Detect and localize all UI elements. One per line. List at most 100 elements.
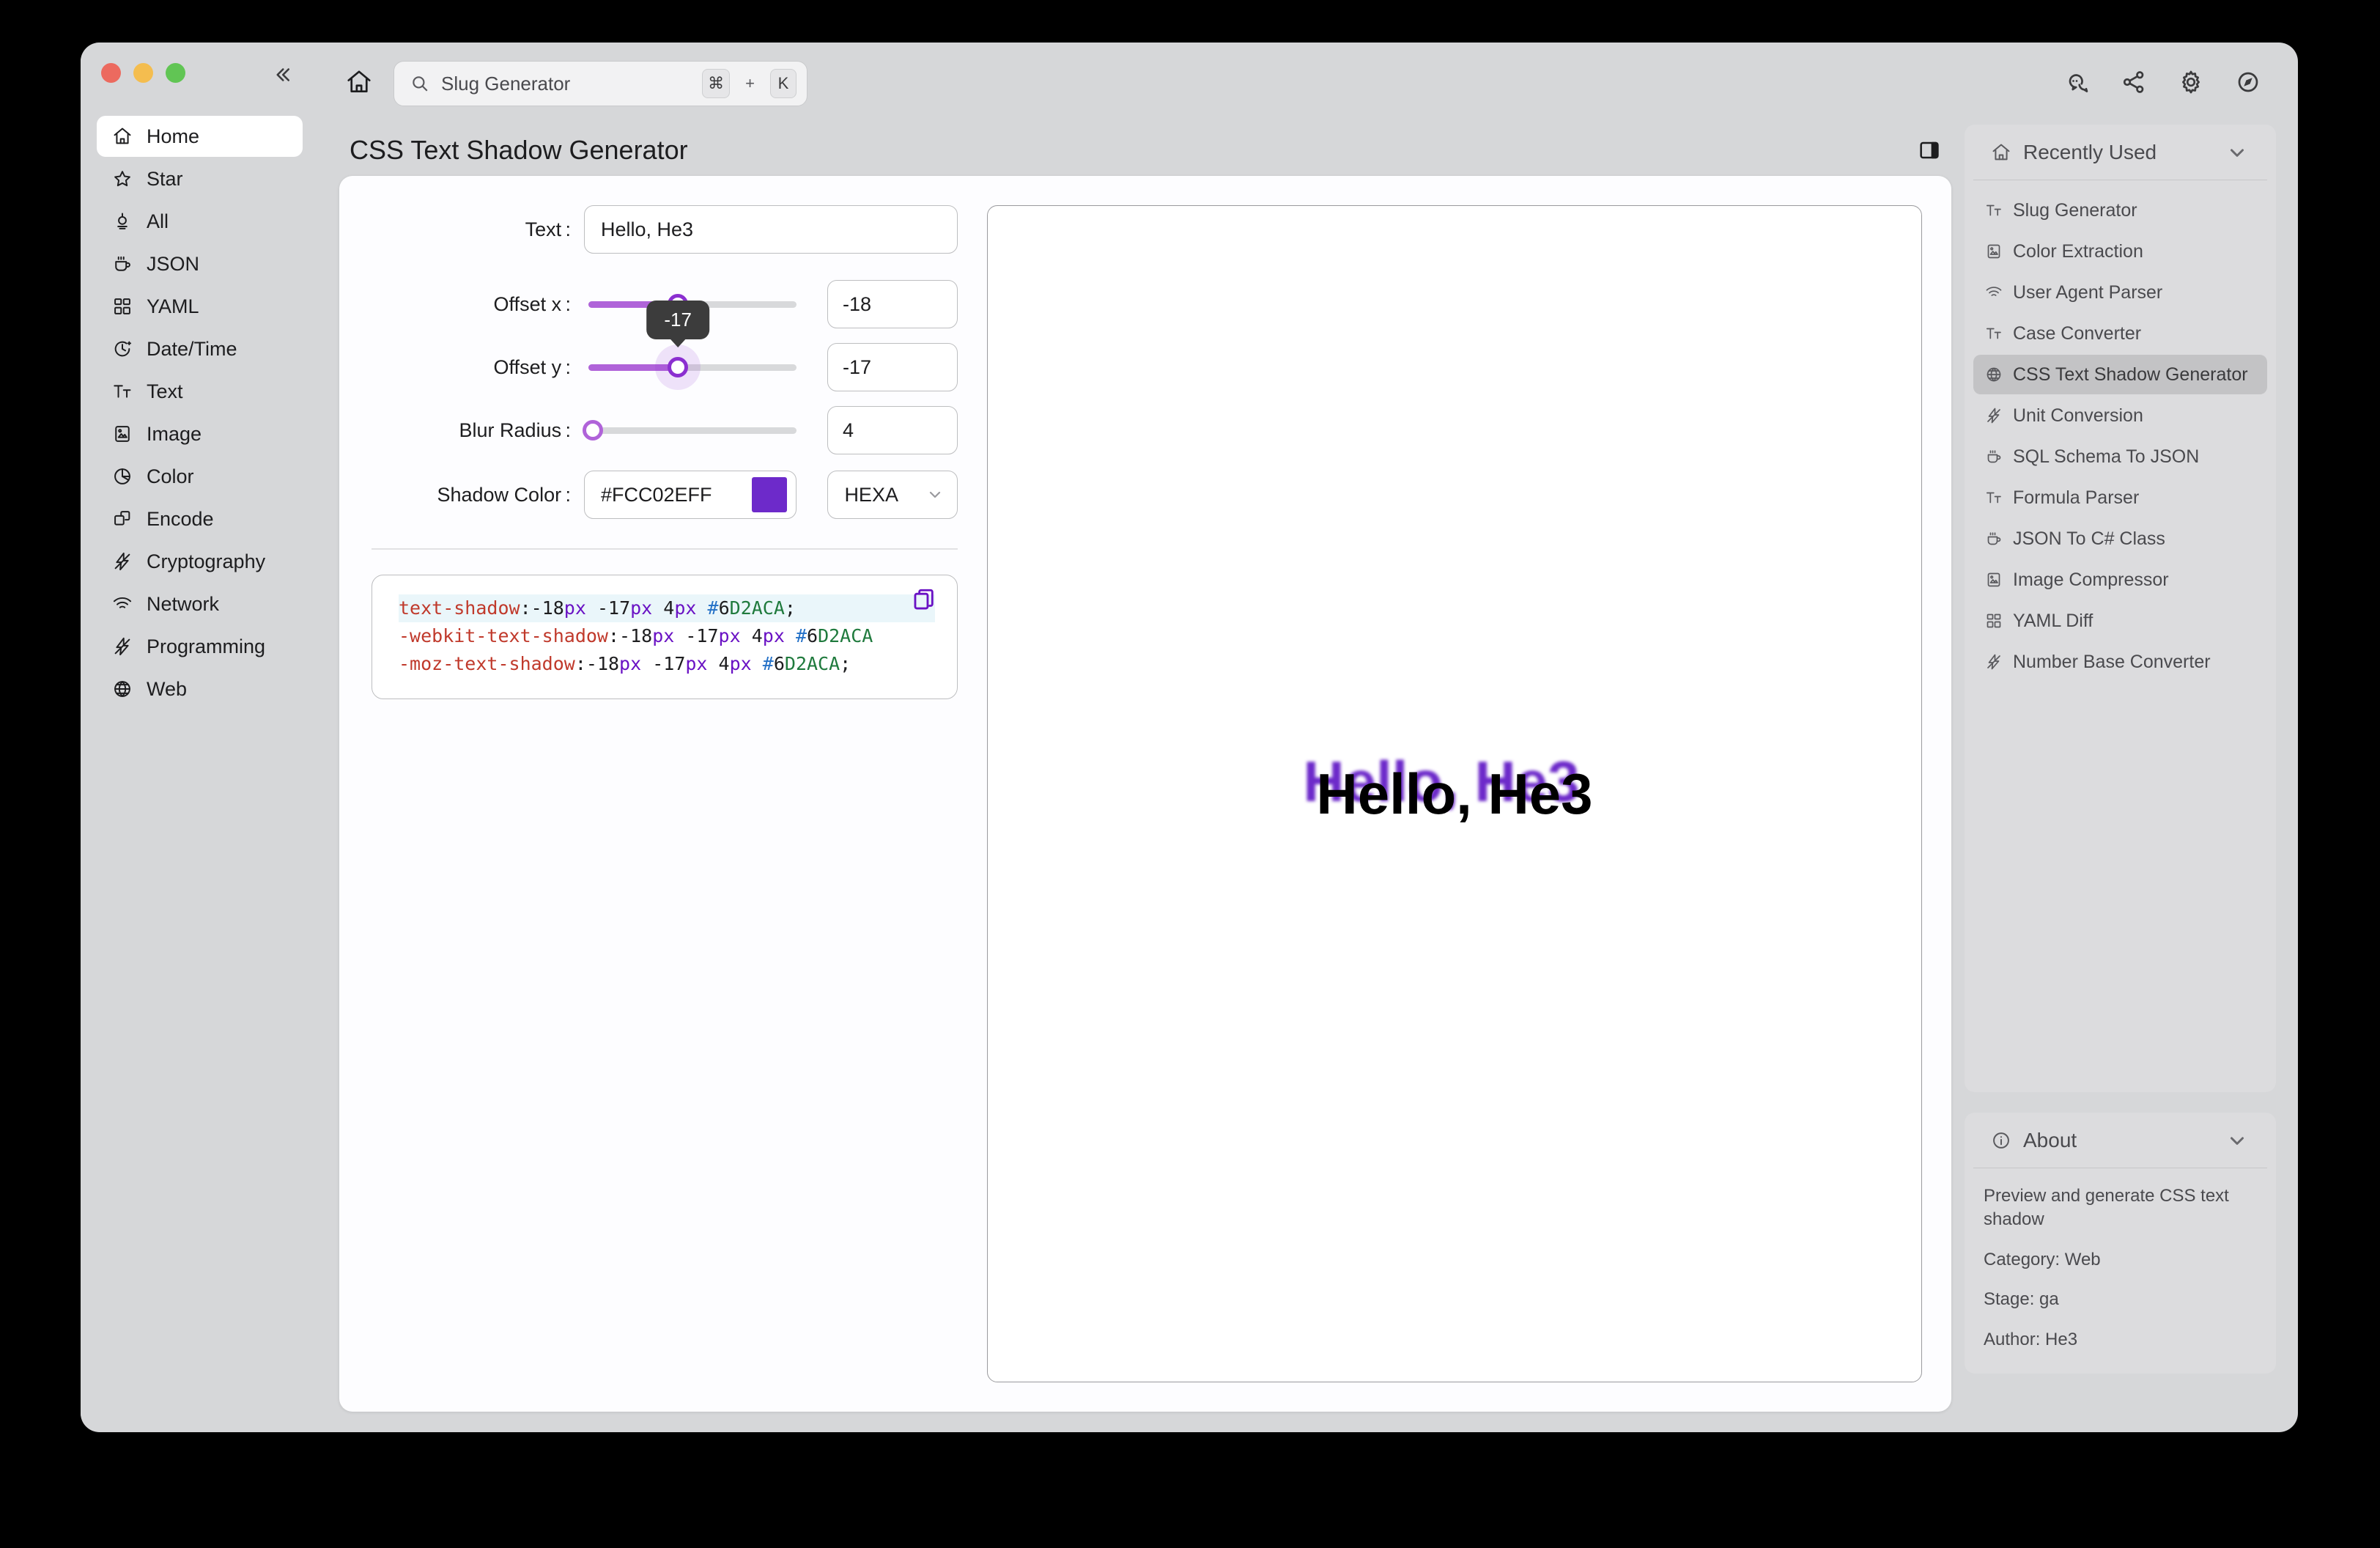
- sidebar-item-label: Text: [147, 380, 183, 402]
- blur-radius-slider[interactable]: [582, 406, 797, 454]
- all-icon: [117, 213, 128, 229]
- sidebar-item-label: Network: [147, 592, 220, 615]
- preview-text: Hello, He3: [1316, 761, 1593, 826]
- recent-item-json-to-c-class[interactable]: JSON To C# Class: [1973, 519, 2267, 559]
- image-icon: [111, 423, 133, 445]
- content-card: Text : Hello, He3 Offset x : -18 Offset …: [339, 176, 1951, 1412]
- sidebar-item-image[interactable]: Image: [97, 413, 303, 454]
- cup-icon: [1987, 450, 2001, 463]
- globe-icon: [1987, 367, 2001, 382]
- sidebar-item-date-time[interactable]: Date/Time: [97, 328, 303, 369]
- offset-y-slider[interactable]: -17: [584, 301, 797, 391]
- grid-icon: [1987, 613, 2001, 628]
- cup-icon: [115, 256, 130, 271]
- code-line: -moz-text-shadow:-18px -17px 4px #6D2ACA…: [399, 652, 851, 674]
- recent-item-image-compressor[interactable]: Image Compressor: [1973, 560, 2267, 600]
- compass-icon[interactable]: [2235, 69, 2261, 99]
- sidebar-item-home[interactable]: Home: [97, 116, 303, 157]
- copy-icon[interactable]: [912, 587, 936, 620]
- sidebar: Home Star All JSON YAML Date/Time Text Image Col…: [81, 43, 319, 1432]
- image-icon: [1987, 572, 2000, 587]
- chevron-down-icon[interactable]: [2226, 141, 2248, 163]
- blur-radius-label: Blur Radius :: [459, 419, 571, 441]
- about-body: Preview and generate CSS text shadow Cat…: [1965, 1168, 2276, 1374]
- preview-area: Hello, He3: [987, 205, 1922, 1382]
- search-input[interactable]: Slug Generator ⌘ + K: [393, 61, 808, 106]
- close-button[interactable]: [101, 62, 121, 83]
- maximize-button[interactable]: [166, 62, 185, 83]
- search-value: Slug Generator: [441, 72, 571, 95]
- recent-item-color-extraction[interactable]: Color Extraction: [1973, 232, 2267, 271]
- share-icon[interactable]: [2121, 69, 2147, 99]
- sidebar-item-text[interactable]: Text: [97, 371, 303, 412]
- divider: [372, 548, 958, 550]
- sidebar-item-yaml[interactable]: YAML: [97, 286, 303, 327]
- recent-item-user-agent-parser[interactable]: User Agent Parser: [1973, 273, 2267, 312]
- sidebar-item-label: Date/Time: [147, 337, 237, 360]
- encode-icon: [111, 508, 133, 530]
- gear-icon[interactable]: [2178, 69, 2204, 99]
- chat-icon[interactable]: [2063, 69, 2090, 99]
- sidebar-item-color[interactable]: Color: [97, 456, 303, 497]
- star-icon: [111, 168, 133, 190]
- sidebar-item-label: Image: [147, 422, 202, 445]
- offset-x-label: Offset x :: [493, 292, 571, 315]
- slider-tooltip: -17: [646, 301, 709, 339]
- color-pie-icon: [114, 468, 130, 484]
- text-icon: [1986, 328, 2001, 339]
- slider-thumb[interactable]: [582, 420, 603, 441]
- recent-item-unit-conversion[interactable]: Unit Conversion: [1973, 396, 2267, 435]
- sidebar-item-cryptography[interactable]: Cryptography: [97, 541, 303, 582]
- recent-item-label: Unit Conversion: [2013, 405, 2143, 426]
- sidebar-item-network[interactable]: Network: [97, 583, 303, 624]
- sidebar-item-label: Color: [147, 465, 194, 487]
- right-panel-toggle-icon[interactable]: [1915, 136, 1944, 165]
- offset-y-value[interactable]: -17: [827, 343, 958, 391]
- recently-used-header[interactable]: Recently Used: [1973, 125, 2267, 180]
- field-blur-radius: Blur Radius : 4: [372, 406, 958, 454]
- main-column: Slug Generator ⌘ + K CSS Text Shadow Gen…: [319, 43, 2298, 1432]
- code-lines: text-shadow:-18px -17px 4px #6D2ACA; -web…: [399, 594, 935, 678]
- recent-item-slug-generator[interactable]: Slug Generator: [1973, 191, 2267, 230]
- slider-thumb[interactable]: [668, 357, 689, 377]
- collapse-sidebar-button[interactable]: [269, 62, 295, 88]
- recent-item-number-base-converter[interactable]: Number Base Converter: [1973, 642, 2267, 682]
- sidebar-item-web[interactable]: Web: [97, 668, 303, 710]
- bolt-icon: [1987, 408, 2000, 424]
- home-icon[interactable]: [345, 68, 373, 100]
- color-swatch[interactable]: [752, 477, 788, 512]
- sidebar-item-programming[interactable]: Programming: [97, 626, 303, 667]
- sidebar-item-label: JSON: [147, 252, 200, 275]
- bolt-icon: [111, 635, 133, 657]
- wifi-icon: [1986, 287, 2002, 296]
- blur-radius-value[interactable]: 4: [827, 406, 958, 454]
- field-offset-y: Offset y : -17 -17: [372, 301, 958, 391]
- about-stage: Stage: ga: [1984, 1289, 2059, 1310]
- sidebar-item-encode[interactable]: Encode: [97, 498, 303, 539]
- code-line: -webkit-text-shadow:-18px -17px 4px #6D2…: [399, 624, 873, 646]
- offset-x-value[interactable]: -18: [827, 280, 958, 328]
- sidebar-item-star[interactable]: Star: [97, 158, 303, 199]
- recent-item-formula-parser[interactable]: Formula Parser: [1973, 478, 2267, 517]
- code-output: text-shadow:-18px -17px 4px #6D2ACA; -web…: [372, 574, 958, 699]
- sidebar-item-all[interactable]: All: [97, 201, 303, 242]
- shadow-color-input[interactable]: #FCC02EFF: [584, 471, 797, 519]
- recent-item-label: Formula Parser: [2013, 487, 2140, 508]
- about-header[interactable]: About: [1973, 1113, 2267, 1168]
- color-format-select[interactable]: HEXA: [827, 471, 958, 519]
- chevron-down-icon[interactable]: [2226, 1129, 2248, 1151]
- sidebar-item-json[interactable]: JSON: [97, 243, 303, 284]
- recent-item-yaml-diff[interactable]: YAML Diff: [1973, 601, 2267, 641]
- text-input[interactable]: Hello, He3: [584, 205, 958, 254]
- all-icon: [111, 210, 133, 232]
- toolbar-actions: [2063, 69, 2261, 99]
- bolt-icon: [111, 550, 133, 572]
- recent-item-sql-schema-to-json[interactable]: SQL Schema To JSON: [1973, 437, 2267, 476]
- grid-icon: [114, 298, 130, 314]
- recent-item-css-text-shadow-generator[interactable]: CSS Text Shadow Generator: [1973, 355, 2267, 394]
- sidebar-item-label: All: [147, 210, 169, 232]
- field-text: Text : Hello, He3: [372, 205, 958, 254]
- recent-item-case-converter[interactable]: Case Converter: [1973, 314, 2267, 353]
- about-panel: About Preview and generate CSS text shad…: [1965, 1113, 2276, 1374]
- minimize-button[interactable]: [133, 62, 153, 83]
